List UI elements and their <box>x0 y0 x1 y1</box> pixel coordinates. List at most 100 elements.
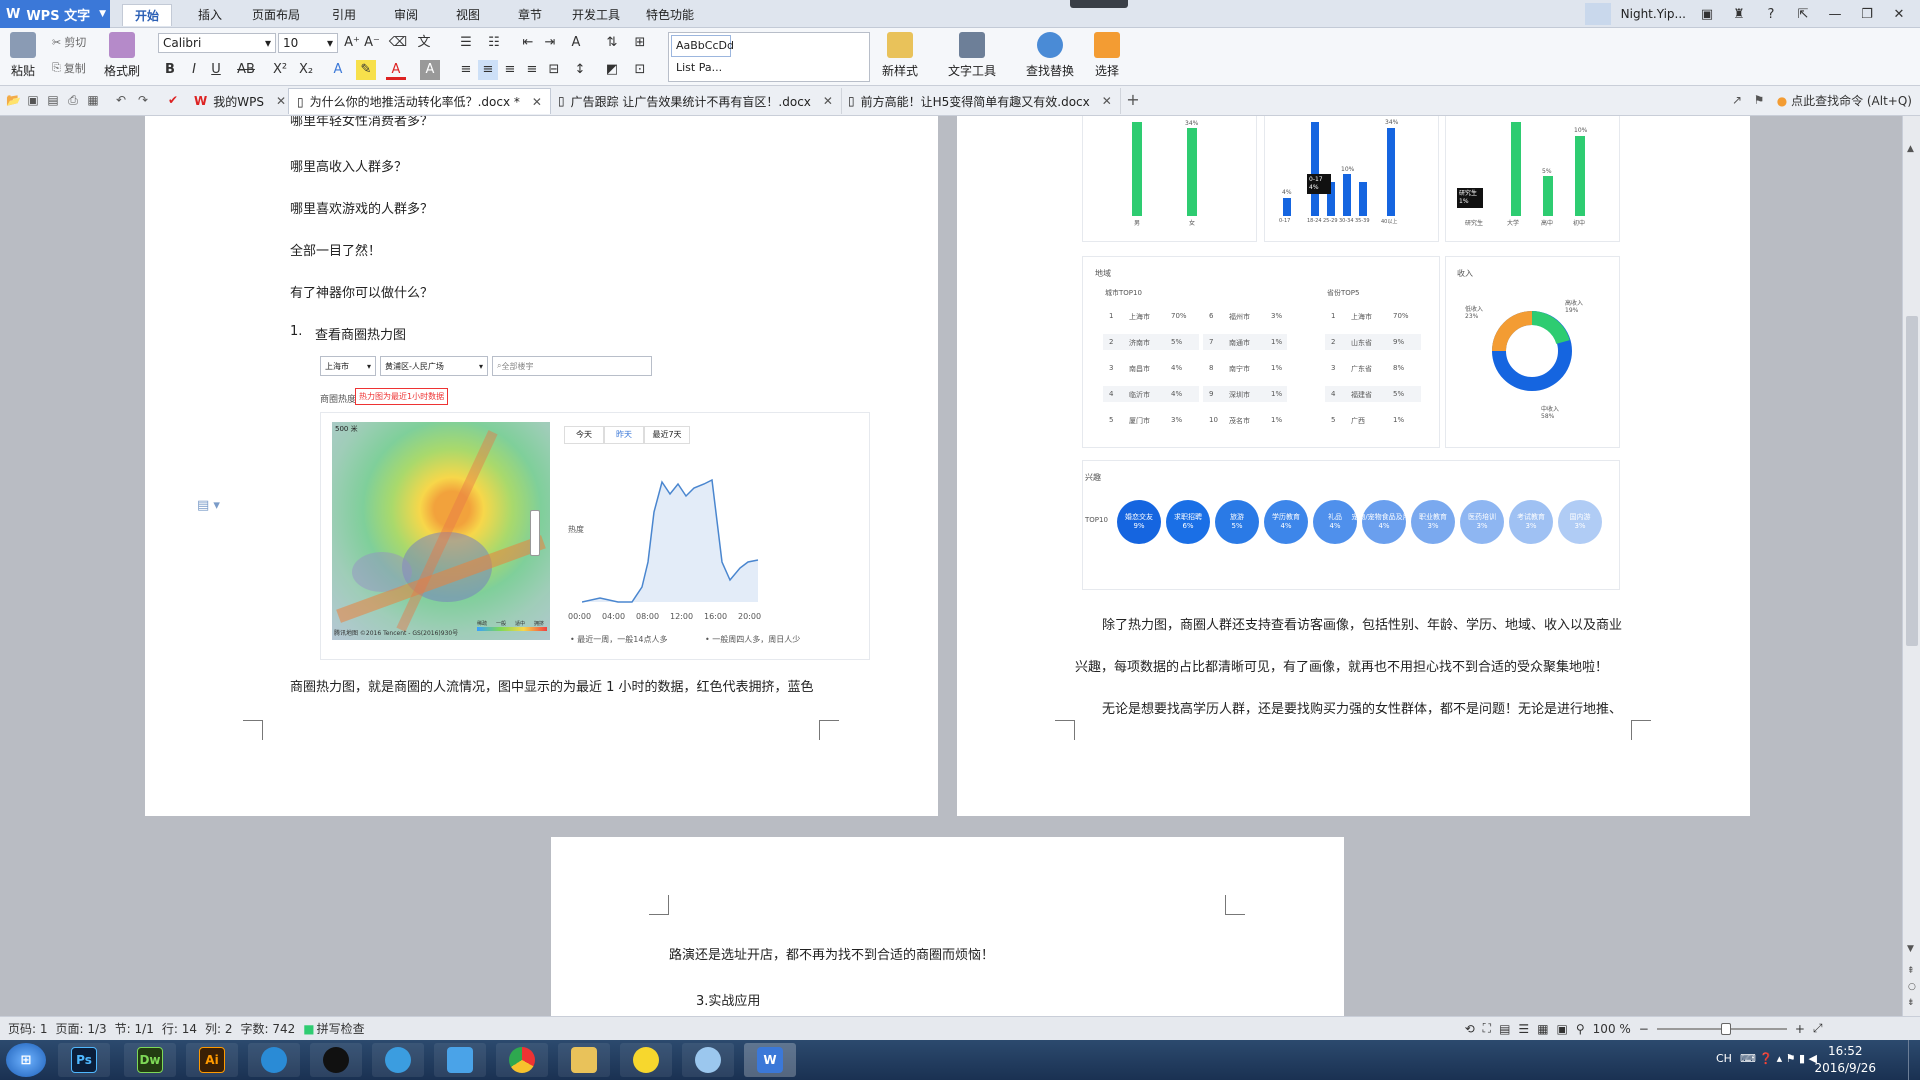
undo-icon[interactable]: ↶ <box>114 93 128 107</box>
zoom-in-icon[interactable]: + <box>1795 1022 1805 1036</box>
phonetic-icon[interactable]: 文 <box>414 33 434 53</box>
bullets-icon[interactable]: ☰ <box>456 33 476 53</box>
select-button[interactable]: 选择 <box>1094 32 1120 79</box>
text-tool-button[interactable]: 文字工具 <box>948 32 996 79</box>
zoom-value[interactable]: 100 % <box>1593 1022 1631 1036</box>
zoom-out-icon[interactable]: − <box>1639 1022 1649 1036</box>
shrink-font-icon[interactable]: A⁻ <box>362 33 382 53</box>
taskbar-browser[interactable] <box>248 1043 300 1077</box>
shirt-icon[interactable]: ♜ <box>1728 7 1750 22</box>
bold-icon[interactable]: B <box>160 60 180 80</box>
tab-doc-3[interactable]: ▯ 前方高能！让H5变得简单有趣又有效.docx ✕ <box>840 88 1121 114</box>
taskbar-ie[interactable] <box>372 1043 424 1077</box>
italic-icon[interactable]: I <box>184 60 204 80</box>
outline-view-icon[interactable]: ☰ <box>1518 1022 1529 1036</box>
input-language[interactable]: CH <box>1716 1052 1732 1065</box>
show-desktop-button[interactable] <box>1908 1040 1920 1080</box>
text-effect-icon[interactable]: A <box>328 60 348 80</box>
taskbar-photoshop[interactable]: Ps <box>58 1043 110 1077</box>
text-direction-icon[interactable]: A <box>566 33 586 53</box>
paste-button[interactable]: 粘贴 <box>10 32 36 79</box>
collapse-ribbon-icon[interactable]: ⇱ <box>1792 7 1814 22</box>
format-painter-button[interactable]: 格式刷 <box>104 32 140 79</box>
page-2[interactable]: 34% 男 女 4% 10% 34% 0-17 4% 0-17 18-24 25… <box>957 116 1750 816</box>
taskbar-wps[interactable]: W <box>744 1043 796 1077</box>
taskbar-app[interactable] <box>682 1043 734 1077</box>
close-icon[interactable]: ✕ <box>823 94 833 108</box>
taskbar-music[interactable] <box>620 1043 672 1077</box>
align-left-icon[interactable]: ≡ <box>456 60 476 80</box>
menu-tab-chapter[interactable]: 章节 <box>506 4 554 26</box>
clear-format-icon[interactable]: ⌫ <box>388 33 408 53</box>
print-icon[interactable]: ⎙ <box>66 93 80 107</box>
style-normal[interactable]: AaBbCcDd <box>671 35 734 57</box>
menu-tab-review[interactable]: 审阅 <box>382 4 430 26</box>
taskbar-explorer[interactable] <box>558 1043 610 1077</box>
open-icon[interactable]: 📂 <box>6 93 21 107</box>
new-tab-icon[interactable]: + <box>1126 92 1140 108</box>
share-icon[interactable]: ↗ <box>1730 93 1744 107</box>
numbering-icon[interactable]: ☷ <box>484 33 504 53</box>
highlight-icon[interactable]: ✎ <box>356 60 376 80</box>
clock[interactable]: 16:52 2016/9/26 <box>1814 1043 1876 1077</box>
taskbar-illustrator[interactable]: Ai <box>186 1043 238 1077</box>
font-select[interactable]: Calibri ▾ <box>158 33 276 53</box>
find-replace-button[interactable]: 查找替换 <box>1026 32 1074 79</box>
browse-object-icon[interactable]: ○ <box>1908 982 1916 992</box>
save-icon[interactable]: ▣ <box>26 93 40 107</box>
underline-icon[interactable]: U <box>206 60 226 80</box>
taskbar-chrome[interactable] <box>496 1043 548 1077</box>
taskbar-dreamweaver[interactable]: Dw <box>124 1043 176 1077</box>
avatar[interactable] <box>1584 3 1611 25</box>
strikethrough-icon[interactable]: AB <box>236 60 256 80</box>
status-words[interactable]: 字数: 742 <box>240 1020 295 1037</box>
new-style-button[interactable]: 新样式 <box>882 32 918 79</box>
protect-view-icon[interactable]: ⚲ <box>1576 1022 1585 1036</box>
minimize-icon[interactable]: — <box>1824 7 1846 22</box>
sort-icon[interactable]: ⇅ <box>602 33 622 53</box>
table-icon[interactable]: ⊞ <box>630 33 650 53</box>
border-icon[interactable]: ⊡ <box>630 60 650 80</box>
font-size-select[interactable]: 10 ▾ <box>278 33 338 53</box>
close-icon[interactable]: ✕ <box>276 94 286 108</box>
char-shading-icon[interactable]: A <box>420 60 440 80</box>
command-search[interactable]: ● 点此查找命令 (Alt+Q) <box>1777 92 1912 109</box>
close-icon[interactable]: ✕ <box>1888 7 1910 22</box>
distribute-icon[interactable]: ⊟ <box>544 60 564 80</box>
line-spacing-icon[interactable]: ↕ <box>570 60 590 80</box>
user-name[interactable]: Night.Yip... <box>1621 7 1686 21</box>
prev-page-icon[interactable]: ⇞ <box>1907 966 1915 976</box>
cut-button[interactable]: ✂ 剪切 <box>52 34 86 50</box>
font-color-icon[interactable]: A <box>386 60 406 80</box>
menu-tab-view[interactable]: 视图 <box>444 4 492 26</box>
menu-tab-developer[interactable]: 开发工具 <box>560 4 632 26</box>
restore-icon[interactable]: ❐ <box>1856 7 1878 22</box>
subscript-icon[interactable]: X₂ <box>296 60 316 80</box>
history-icon[interactable]: ⟲ <box>1465 1022 1475 1036</box>
drag-handle[interactable] <box>1070 0 1128 8</box>
skin-icon[interactable]: ▣ <box>1696 7 1718 22</box>
fullscreen-icon[interactable]: ⛶ <box>1483 1021 1491 1036</box>
web-view-icon[interactable]: ▦ <box>1537 1022 1548 1036</box>
export-pdf-icon[interactable]: ▤ <box>46 93 60 107</box>
tab-doc-1[interactable]: ▯ 为什么你的地推活动转化率低？.docx * ✕ <box>288 88 551 114</box>
next-page-icon[interactable]: ⇟ <box>1907 998 1915 1008</box>
page-1[interactable]: 哪里年轻女性消费者多？ 哪里高收入人群多？ 哪里喜欢游戏的人群多？ 全部一目了然… <box>145 116 938 816</box>
document-float-icon[interactable]: ▤ ▾ <box>197 498 220 513</box>
scroll-up-icon[interactable]: ▲ <box>1907 144 1914 154</box>
fit-page-icon[interactable]: ⤢ <box>1813 1021 1823 1036</box>
menu-tab-reference[interactable]: 引用 <box>320 4 368 26</box>
scroll-down-icon[interactable]: ▼ <box>1907 944 1914 954</box>
start-button[interactable]: ⊞ <box>6 1043 46 1077</box>
justify-icon[interactable]: ≡ <box>522 60 542 80</box>
spellcheck-button[interactable]: 拼写检查 <box>317 1020 365 1037</box>
grow-font-icon[interactable]: A⁺ <box>342 33 362 53</box>
copy-button[interactable]: ⎘ 复制 <box>52 60 86 76</box>
superscript-icon[interactable]: X² <box>270 60 290 80</box>
style-list-paragraph[interactable]: List Pa... <box>671 57 731 79</box>
tab-my-wps[interactable]: W 我的WPS ✕ <box>186 88 296 114</box>
redo-icon[interactable]: ↷ <box>136 93 150 107</box>
app-menu-button[interactable]: W WPS 文字 ▼ <box>0 0 110 28</box>
align-right-icon[interactable]: ≡ <box>500 60 520 80</box>
check-icon[interactable]: ✔ <box>166 93 180 107</box>
